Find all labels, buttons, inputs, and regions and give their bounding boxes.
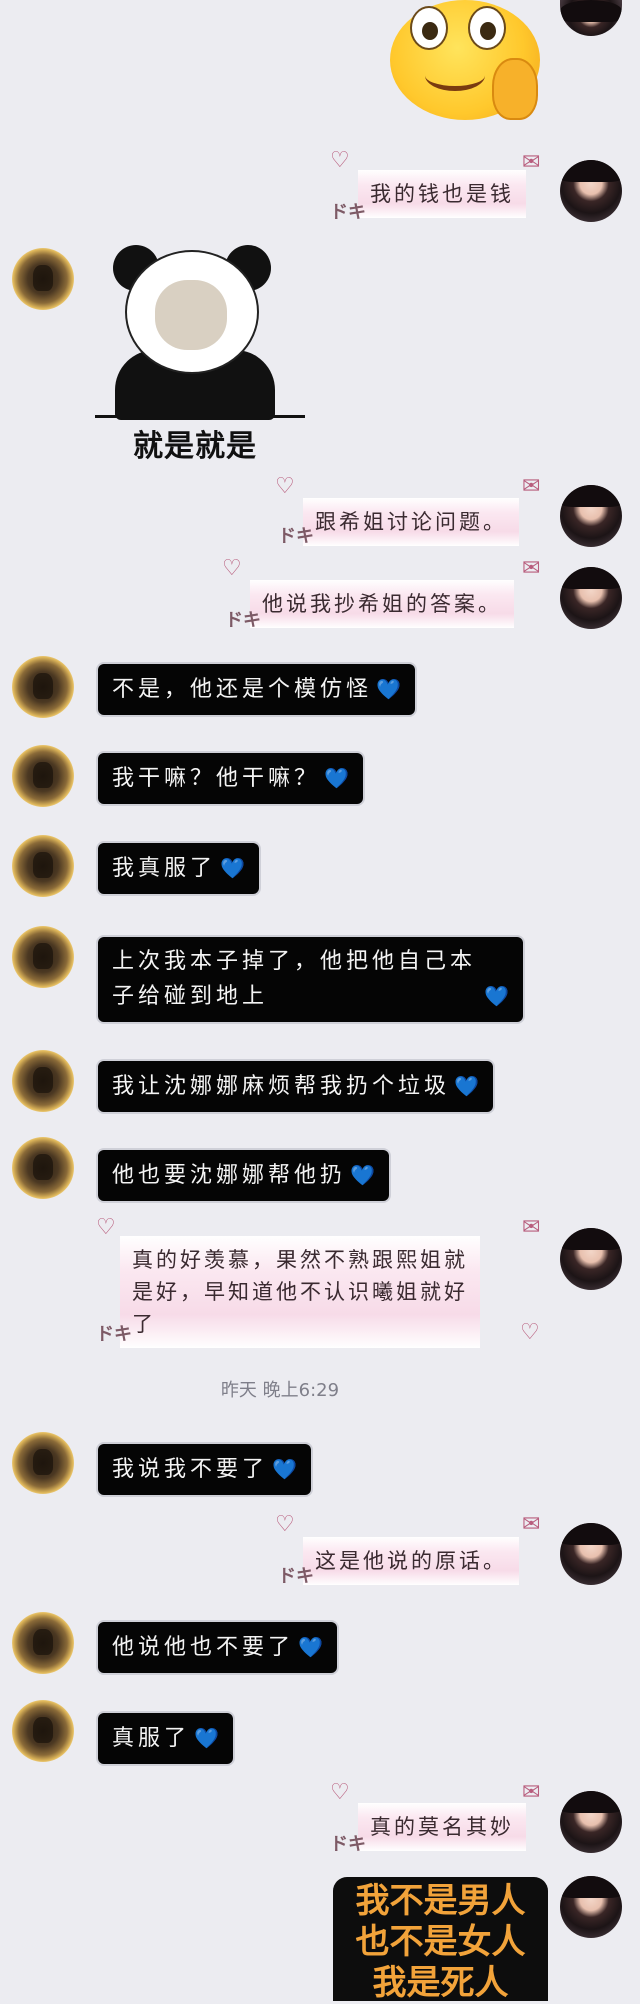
heart-icon: 💙 — [484, 984, 509, 1008]
contact-avatar[interactable] — [12, 835, 74, 897]
rabbit-deco-icon: ♡ — [96, 1215, 116, 1240]
contact-avatar[interactable] — [12, 1700, 74, 1762]
my-avatar[interactable] — [560, 1523, 622, 1585]
contact-avatar[interactable] — [12, 1432, 74, 1494]
message-bubble[interactable]: 我的钱也是钱 — [358, 170, 526, 218]
my-avatar[interactable] — [560, 1228, 622, 1290]
doki-deco: ドキ — [330, 1834, 366, 1855]
contact-avatar[interactable] — [12, 1137, 74, 1199]
my-avatar[interactable] — [560, 160, 622, 222]
message-bubble[interactable]: 真的好羡慕，果然不熟跟熙姐就 是好，早知道他不认识曦姐就好 了 — [120, 1236, 480, 1348]
message-bubble[interactable]: 他说他也不要了 💙 — [98, 1622, 337, 1673]
heart-icon: 💙 — [324, 766, 349, 790]
my-avatar[interactable] — [560, 0, 622, 36]
doki-deco: ドキ — [278, 1566, 314, 1587]
envelope-deco-icon: ✉ — [522, 1215, 541, 1240]
doki-deco: ドキ — [225, 610, 261, 631]
timestamp: 昨天 晚上6:29 — [220, 1380, 340, 1401]
message-bubble[interactable]: 他也要沈娜娜帮他扔 💙 — [98, 1150, 389, 1201]
my-avatar[interactable] — [560, 567, 622, 629]
message-bubble[interactable]: 上次我本子掉了，他把他自己本 子给碰到地上 💙 — [98, 937, 523, 1022]
message-bubble[interactable]: 这是他说的原话。 — [303, 1537, 519, 1585]
doki-deco: ドキ — [330, 202, 366, 223]
contact-avatar[interactable] — [12, 926, 74, 988]
message-bubble[interactable]: 跟希姐讨论问题。 — [303, 498, 519, 546]
message-bubble[interactable]: 真的莫名其妙 — [358, 1803, 526, 1851]
doki-deco: ドキ — [96, 1324, 132, 1345]
rabbit-deco-icon: ♡ — [330, 1780, 350, 1805]
message-bubble[interactable]: 不是，他还是个模仿怪 💙 — [98, 664, 415, 715]
contact-avatar[interactable] — [12, 745, 74, 807]
contact-avatar[interactable] — [12, 656, 74, 718]
sticker-eye-left — [410, 6, 448, 50]
contact-avatar[interactable] — [12, 1050, 74, 1112]
message-bubble[interactable]: 我说我不要了 💙 — [98, 1444, 311, 1495]
sticker-thumb — [492, 58, 538, 120]
doki-deco: ドキ — [278, 526, 314, 547]
envelope-deco-icon: ✉ — [522, 556, 541, 581]
panda-meme-sticker[interactable]: 就是就是 — [95, 245, 305, 464]
text-sticker[interactable]: 我不是男人 也不是女人 我是死人 — [333, 1877, 548, 2003]
envelope-deco-icon: ✉ — [522, 1780, 541, 1805]
rabbit-deco-icon: ♡ — [275, 1512, 295, 1537]
sticker-caption: 就是就是 — [133, 429, 257, 464]
message-bubble[interactable]: 我让沈娜娜麻烦帮我扔个垃圾 💙 — [98, 1061, 493, 1112]
rabbit-deco-icon: ♡ — [275, 474, 295, 499]
rabbit-deco-icon: ♡ — [222, 556, 242, 581]
bunny-deco-icon: ♡ — [520, 1320, 540, 1345]
my-avatar[interactable] — [560, 485, 622, 547]
contact-avatar[interactable] — [12, 1612, 74, 1674]
envelope-deco-icon: ✉ — [522, 474, 541, 499]
heart-icon: 💙 — [454, 1074, 479, 1098]
sticker-mouth — [425, 60, 485, 91]
sticker-eye-right — [468, 6, 506, 50]
message-bubble[interactable]: 我干嘛？他干嘛？ 💙 — [98, 753, 363, 804]
message-bubble[interactable]: 他说我抄希姐的答案。 — [250, 580, 514, 628]
message-bubble[interactable]: 我真服了 💙 — [98, 843, 259, 894]
rabbit-deco-icon: ♡ — [330, 148, 350, 173]
contact-avatar[interactable] — [12, 248, 74, 310]
my-avatar[interactable] — [560, 1876, 622, 1938]
heart-icon: 💙 — [272, 1457, 297, 1481]
heart-icon: 💙 — [220, 856, 245, 880]
heart-icon: 💙 — [350, 1163, 375, 1187]
envelope-deco-icon: ✉ — [522, 1512, 541, 1537]
heart-icon: 💙 — [298, 1635, 323, 1659]
my-avatar[interactable] — [560, 1791, 622, 1853]
smiley-thumb-sticker[interactable] — [390, 0, 540, 120]
message-bubble[interactable]: 真服了 💙 — [98, 1713, 233, 1764]
heart-icon: 💙 — [376, 677, 401, 701]
heart-icon: 💙 — [194, 1726, 219, 1750]
